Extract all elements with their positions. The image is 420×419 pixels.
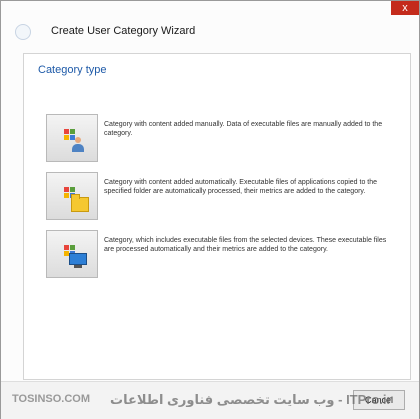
watermark-left: TOSINSO.COM xyxy=(12,393,91,405)
wizard-window: x Create User Category Wizard Category t… xyxy=(0,0,420,419)
option-manual[interactable]: Category with content added manually. Da… xyxy=(46,114,396,164)
option-devices[interactable]: Category, which includes executable file… xyxy=(46,230,396,280)
watermark-right: ITPro.ir - وب سایت تخصصی فناوری اطلاعات xyxy=(110,392,392,407)
option-automatic-text: Category with content added automaticall… xyxy=(104,179,378,195)
window-title: Create User Category Wizard xyxy=(51,25,196,37)
option-devices-text: Category, which includes executable file… xyxy=(104,237,387,253)
back-button[interactable] xyxy=(15,24,31,40)
content-panel: Category type Category with content adde… xyxy=(23,53,411,380)
close-button[interactable]: x xyxy=(391,1,419,15)
monitor-icon xyxy=(69,253,87,269)
option-manual-button[interactable] xyxy=(46,114,98,162)
close-icon: x xyxy=(402,2,408,14)
option-devices-button[interactable] xyxy=(46,230,98,278)
title-row: Create User Category Wizard xyxy=(1,19,419,45)
option-manual-text: Category with content added manually. Da… xyxy=(104,121,383,137)
user-icon xyxy=(71,137,85,153)
option-automatic-button[interactable] xyxy=(46,172,98,220)
section-title: Category type xyxy=(38,64,107,76)
option-automatic[interactable]: Category with content added automaticall… xyxy=(46,172,396,222)
folder-icon xyxy=(71,194,89,212)
